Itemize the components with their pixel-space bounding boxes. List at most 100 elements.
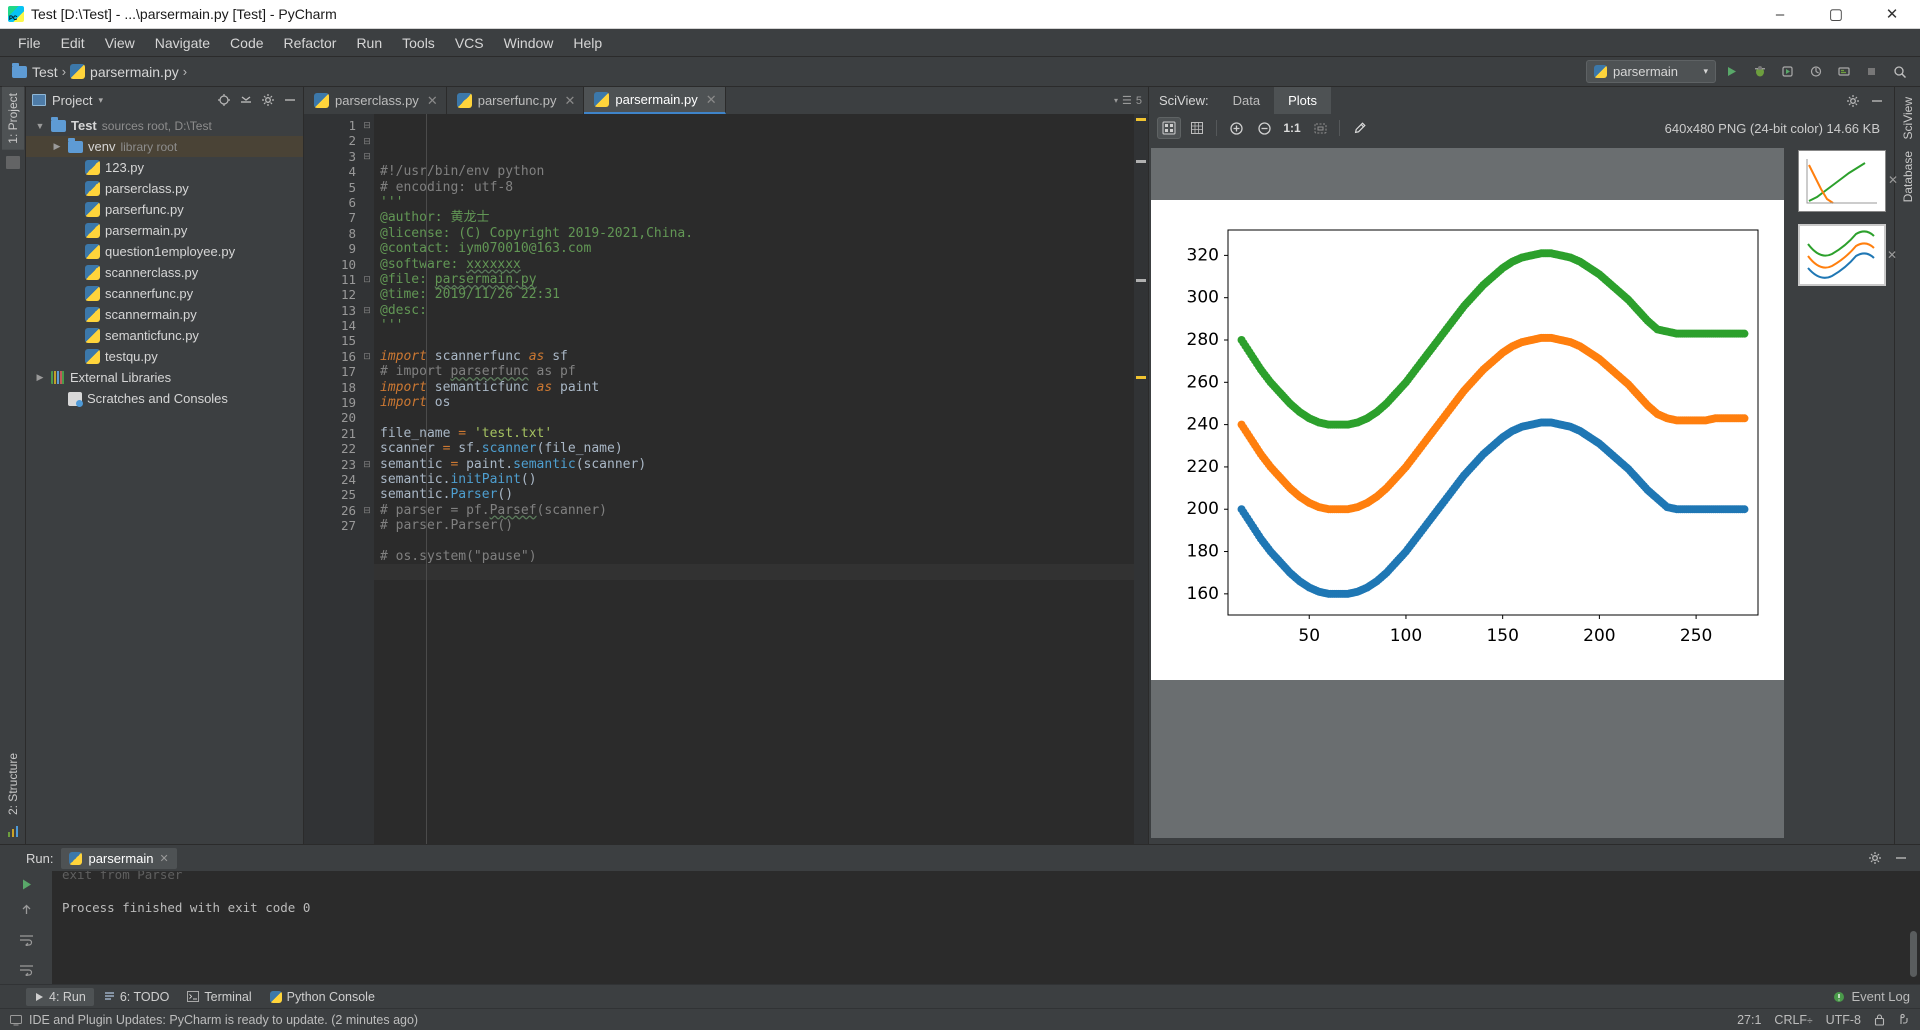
editor-tabs-overflow[interactable]: ▾ ☰ 5 [1108, 87, 1148, 114]
tree-item-external-libraries[interactable]: ▶ External Libraries [26, 367, 303, 388]
actual-size-icon[interactable]: 1:1 [1280, 117, 1304, 139]
console-scrollbar[interactable] [1910, 931, 1917, 977]
tree-item-parserfunc-py[interactable]: parserfunc.py [26, 199, 303, 220]
fold-marker-icon[interactable]: ⊟ [360, 457, 374, 472]
tree-item-scannermain-py[interactable]: scannermain.py [26, 304, 303, 325]
color-picker-icon[interactable] [1347, 117, 1371, 139]
tree-item-scannerclass-py[interactable]: scannerclass.py [26, 262, 303, 283]
fold-marker-icon[interactable]: ⊟ [360, 118, 374, 133]
sidebar-item-database[interactable]: Database [1897, 145, 1919, 208]
attach-debugger-button[interactable] [1831, 60, 1856, 83]
settings-icon[interactable] [261, 93, 275, 107]
close-icon[interactable]: ✕ [706, 92, 717, 108]
tree-item-question1employee-py[interactable]: question1employee.py [26, 241, 303, 262]
tree-item-semanticfunc-py[interactable]: semanticfunc.py [26, 325, 303, 346]
tab-list-icon[interactable]: ☰ [1122, 94, 1132, 107]
chevron-right-icon[interactable]: ▶ [34, 372, 46, 383]
fold-marker-icon[interactable]: ⊡ [360, 272, 374, 287]
editor-tab-parserfunc[interactable]: parserfunc.py ✕ [447, 87, 585, 114]
maximize-button[interactable]: ▢ [1808, 0, 1864, 28]
plot-thumbnail-1[interactable]: ✕ [1798, 150, 1898, 212]
pixel-grid-icon[interactable] [1185, 117, 1209, 139]
chevron-right-icon[interactable]: ▶ [51, 141, 63, 152]
status-message[interactable]: IDE and Plugin Updates: PyCharm is ready… [29, 1013, 418, 1027]
debug-button[interactable] [1747, 60, 1772, 83]
fold-marker-icon[interactable]: ⊡ [360, 349, 374, 364]
code-folding-gutter[interactable]: ⊟ ⊟ ⊟ ⊡ ⊟ ⊡ ⊟ ⊟ [360, 114, 374, 844]
tree-item-testqu-py[interactable]: testqu.py [26, 346, 303, 367]
tree-item-123-py[interactable]: 123.py [26, 157, 303, 178]
code-editor[interactable]: #!/usr/bin/env python # encoding: utf-8 ''… [374, 114, 1134, 844]
chevron-down-icon[interactable]: ▾ [98, 95, 103, 106]
run-tab-parsermain[interactable]: parsermain ✕ [61, 847, 177, 869]
chevron-down-icon[interactable]: ▼ [34, 121, 46, 131]
fold-marker-icon[interactable]: ⊟ [360, 503, 374, 518]
menu-refactor[interactable]: Refactor [274, 32, 347, 54]
hide-icon[interactable] [1870, 94, 1884, 108]
notification-icon[interactable] [10, 1014, 22, 1026]
print-icon[interactable] [19, 964, 34, 976]
rerun-icon[interactable] [19, 877, 34, 892]
menu-vcs[interactable]: VCS [445, 32, 494, 54]
search-everywhere-icon[interactable] [1887, 60, 1912, 83]
zoom-in-icon[interactable] [1224, 117, 1248, 139]
line-separator[interactable]: CRLF÷ [1774, 1013, 1812, 1027]
fit-to-window-icon[interactable] [1308, 117, 1332, 139]
menu-edit[interactable]: Edit [51, 32, 95, 54]
minimize-button[interactable]: – [1752, 0, 1808, 28]
stop-button[interactable] [1859, 60, 1884, 83]
menu-run[interactable]: Run [346, 32, 392, 54]
soft-wrap-icon[interactable] [19, 934, 34, 946]
event-log-label[interactable]: Event Log [1851, 989, 1910, 1004]
hide-icon[interactable] [283, 93, 297, 107]
marker-warning[interactable] [1136, 118, 1146, 121]
breadcrumb-test[interactable]: Test [8, 62, 62, 82]
collapse-all-icon[interactable] [239, 93, 253, 107]
marker-change[interactable] [1136, 279, 1146, 282]
tree-item-test[interactable]: ▼ Test sources root, D:\Test [26, 115, 303, 136]
tool-window-button-python-console[interactable]: Python Console [262, 988, 383, 1006]
menu-navigate[interactable]: Navigate [145, 32, 220, 54]
close-icon[interactable]: ✕ [427, 93, 438, 109]
chevron-down-icon[interactable]: ▾ [1114, 96, 1118, 105]
menu-window[interactable]: Window [494, 32, 564, 54]
marker-warning[interactable] [1136, 376, 1146, 379]
close-button[interactable]: ✕ [1864, 0, 1920, 28]
run-button[interactable] [1719, 60, 1744, 83]
menu-code[interactable]: Code [220, 32, 273, 54]
breadcrumb-parsermain[interactable]: parsermain.py [66, 62, 183, 82]
zoom-out-icon[interactable] [1252, 117, 1276, 139]
plot-thumbnail-2[interactable]: ✕ [1798, 224, 1897, 286]
tool-window-button-run[interactable]: 4: Run [26, 987, 94, 1006]
fold-marker-icon[interactable]: ⊟ [360, 133, 374, 148]
tab-plots[interactable]: Plots [1274, 87, 1331, 114]
menu-tools[interactable]: Tools [392, 32, 445, 54]
tree-item-parserclass-py[interactable]: parserclass.py [26, 178, 303, 199]
file-encoding[interactable]: UTF-8 [1826, 1013, 1861, 1027]
menu-file[interactable]: File [8, 32, 51, 54]
tree-item-parsermain-py[interactable]: parsermain.py [26, 220, 303, 241]
fold-marker-icon[interactable]: ⊟ [360, 149, 374, 164]
locate-icon[interactable] [217, 93, 231, 107]
tree-item-scannerfunc-py[interactable]: scannerfunc.py [26, 283, 303, 304]
tree-item-venv[interactable]: ▶ venv library root [26, 136, 303, 157]
run-configuration-selector[interactable]: parsermain ▾ [1586, 60, 1716, 83]
caret-position[interactable]: 27:1 [1737, 1013, 1761, 1027]
editor-marker-bar[interactable] [1134, 114, 1148, 844]
plot-canvas[interactable]: 160 180 200 220 240 260 280 300 320 50 100 150 200 25… [1151, 200, 1784, 680]
settings-icon[interactable] [1868, 851, 1882, 865]
scroll-up-icon[interactable] [19, 902, 34, 917]
transparency-grid-icon[interactable] [1157, 117, 1181, 139]
plot-viewport[interactable]: 160 180 200 220 240 260 280 300 320 50 100 150 200 25… [1151, 148, 1784, 838]
tree-item-scratches-and-consoles[interactable]: Scratches and Consoles [26, 388, 303, 409]
fold-marker-icon[interactable]: ⊟ [360, 303, 374, 318]
tool-window-button-terminal[interactable]: Terminal [179, 988, 259, 1006]
hide-icon[interactable] [1894, 851, 1908, 865]
close-icon[interactable]: ✕ [564, 93, 575, 109]
marker-change[interactable] [1136, 160, 1146, 163]
sidebar-item-sciview[interactable]: SciView [1897, 91, 1919, 145]
lock-icon[interactable] [1874, 1013, 1885, 1026]
editor-tab-parsermain[interactable]: parsermain.py ✕ [584, 87, 726, 114]
profile-button[interactable] [1803, 60, 1828, 83]
branch-icon[interactable] [1898, 1013, 1910, 1026]
